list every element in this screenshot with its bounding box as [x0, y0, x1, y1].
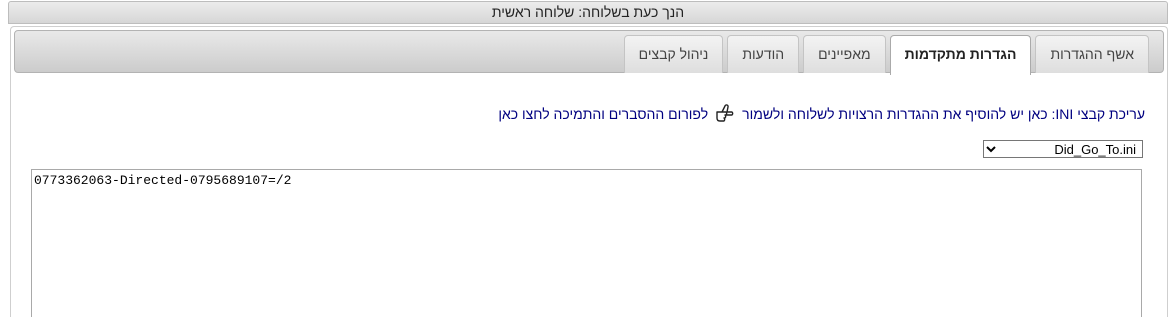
ini-editor-textarea[interactable]: 0773362063-Directed-0795689107=/2: [31, 169, 1142, 317]
page: הנך כעת בשלוחה: שלוחה ראשית ניהול קבצים …: [0, 0, 1171, 317]
ini-file-select-wrapper: Did_Go_To.ini: [983, 140, 1143, 158]
tabs-bar: ניהול קבצים הודעות מאפיינים הגדרות מתקדמ…: [14, 30, 1164, 75]
pointing-hand-icon: [714, 103, 736, 125]
ini-info-line: עריכת קבצי INI: כאן יש להוסיף את ההגדרות…: [498, 103, 1145, 125]
tab-advanced-settings[interactable]: הגדרות מתקדמות: [889, 35, 1032, 75]
tab-file-management[interactable]: ניהול קבצים: [623, 35, 724, 73]
page-title: הנך כעת בשלוחה: שלוחה ראשית: [8, 1, 1168, 24]
ini-info-text: עריכת קבצי INI: כאן יש להוסיף את ההגדרות…: [742, 106, 1145, 122]
tab-settings-wizard[interactable]: אשף ההגדרות: [1035, 35, 1149, 73]
tab-list: ניהול קבצים הודעות מאפיינים הגדרות מתקדמ…: [623, 35, 1149, 75]
tab-properties[interactable]: מאפיינים: [803, 35, 886, 73]
forum-support-link[interactable]: לפורום ההסברים והתמיכה לחצו כאן: [498, 106, 708, 122]
ini-file-select[interactable]: Did_Go_To.ini: [983, 140, 1143, 158]
tab-messages[interactable]: הודעות: [727, 35, 800, 73]
